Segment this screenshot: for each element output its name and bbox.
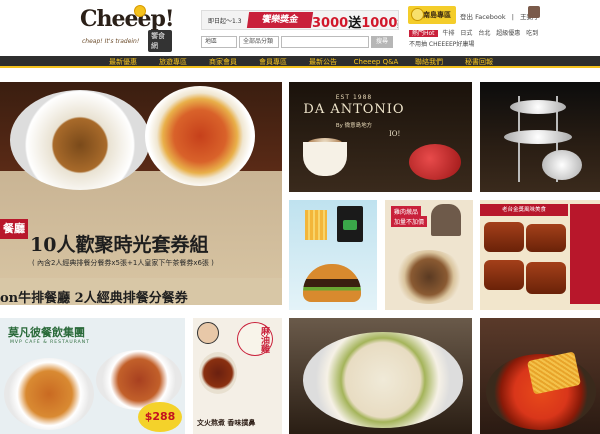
soup-dish-image [393, 250, 465, 304]
hot-keyword[interactable]: 日式 [460, 30, 472, 37]
drink-cup-image [337, 206, 363, 242]
steak-plate-image [10, 90, 150, 190]
dessert-glass-image [542, 150, 582, 180]
category-tag: 餐廳 [0, 219, 28, 239]
deal-caption: 文火熬煮 香味撲鼻 [197, 419, 256, 427]
meal-plate-image [96, 350, 182, 410]
nav-item-travel[interactable]: 旅遊專區 [148, 56, 198, 68]
logo-cn-badge: 饗食網 [148, 30, 172, 52]
logo-tagline: cheap! It's tradein! [82, 38, 140, 45]
chef-photo [431, 204, 461, 236]
deal-label: 加量不加價 [391, 216, 428, 227]
deal-tile-sesame-chicken[interactable]: 麻油雞 文火熬煮 香味撲鼻 [193, 318, 282, 434]
hot-keyword[interactable]: 台北 [478, 30, 490, 37]
deal-header: 老台金獎風味美食 [480, 204, 568, 216]
nav-item-news[interactable]: 最新公告 [298, 56, 348, 68]
main-nav: 最新優惠 旅遊專區 商家會員 會員專區 最新公告 Cheeep Q&A 聯絡我們… [0, 56, 600, 68]
nav-item-latest-deals[interactable]: 最新優惠 [98, 56, 148, 68]
promo-word-d: 獎 [397, 16, 398, 29]
deal-tile-chicken-soup[interactable]: 雞肉燉品 加量不加價 [385, 200, 473, 310]
site-header: Cheeep! 饗食網 cheap! It's tradein! 即日起～1.3… [0, 0, 600, 56]
avatar[interactable] [528, 6, 540, 18]
chick-icon [411, 8, 424, 21]
brand-name: DA ANTONIO [303, 102, 405, 117]
logout-facebook-link[interactable]: 登出 Facebook [460, 13, 506, 21]
search-button[interactable]: 搜尋 [371, 36, 393, 48]
deal-tile-steak-group[interactable]: 餐廳 10人歡聚時光套券組 ( 內含2人經典排餐分餐券x5張+1人皇家下午茶餐券… [0, 82, 282, 305]
deal-title: 10人歡聚時光套券組 [30, 234, 209, 256]
brand-by: By 微意島地方 [335, 123, 373, 129]
nav-item-contact[interactable]: 聯絡我們 [404, 56, 454, 68]
promo-amount-a: 3000 [312, 16, 349, 30]
promo-banner[interactable]: 即日起～1.3 饗樂獎金 3000送1000獎 [201, 10, 399, 30]
hot-label: 熱門Hot [409, 30, 438, 37]
chicken-plate-image [303, 332, 463, 428]
logo-wordmark: Cheeep! [80, 6, 175, 32]
dessert-tier-image [510, 100, 566, 114]
deal-tile-mvp-cafe[interactable]: 莫凡彼餐飲集團 MVP CAFÉ & RESTAURANT $288 [0, 318, 185, 434]
category-select[interactable]: 全部品分類 [239, 36, 279, 48]
promo-amount-c: 1000 [361, 16, 398, 30]
strawberry-dessert-image [409, 144, 461, 180]
nav-item-qa[interactable]: Cheeep Q&A [348, 56, 404, 68]
promo-prefix: 即日起～1.3 [208, 18, 242, 25]
promo-headline: 3000送1000獎 [312, 12, 398, 30]
hot-line-2[interactable]: 不用抽 CHEEEEP好康場 [409, 39, 474, 48]
meat-image [526, 224, 566, 252]
deal-tile-afternoon-tea[interactable] [480, 82, 600, 192]
deal-tile-fast-food[interactable] [289, 200, 377, 310]
deal-tile-braised-meat[interactable]: 老台金獎風味美食 [480, 200, 600, 310]
hot-keyword[interactable]: 牛排 [442, 30, 454, 37]
meal-plate-image [4, 358, 94, 430]
dessert-tier-image [504, 130, 572, 144]
nav-item-members[interactable]: 會員專區 [248, 56, 298, 68]
deal-tile-hot-pot[interactable] [480, 318, 600, 434]
fries-image [305, 210, 327, 240]
account-divider: | [511, 13, 514, 21]
deal-tile-steamed-chicken[interactable] [289, 318, 472, 434]
coffee-cup-image [303, 142, 347, 176]
area-button[interactable]: 南島專區 [408, 6, 456, 24]
search-input[interactable] [281, 36, 369, 48]
hot-keyword[interactable]: 吃到 [526, 30, 538, 37]
chick-icon [134, 5, 146, 17]
dish-seal: 麻油雞 [237, 322, 273, 356]
region-select[interactable]: 地區 [201, 36, 237, 48]
side-banner [570, 204, 600, 304]
hot-keyword[interactable]: 超級優惠 [496, 30, 520, 37]
burger-image [303, 264, 361, 302]
chef-avatar [197, 322, 219, 344]
area-button-label: 南島專區 [423, 11, 451, 19]
meat-image [526, 262, 566, 294]
deal-subtitle: ( 內含2人經典排餐分餐券x5張+1人皇家下午茶餐券x6張 ) [32, 259, 214, 267]
brand-est: EST 1988 [335, 94, 373, 101]
site-logo[interactable]: Cheeep! 饗食網 cheap! It's tradein! [80, 5, 175, 52]
brand-name: 莫凡彼餐飲集團 [8, 326, 85, 339]
meat-image [484, 222, 524, 252]
promo-badge: 饗樂獎金 [246, 12, 314, 28]
hot-keywords: 熱門Hot 牛排 日式 台北 超級優惠 吃到 [409, 28, 542, 37]
price-badge: $288 [138, 402, 182, 432]
promo-word-b: 送 [348, 16, 362, 30]
brand-io: IO! [389, 130, 401, 138]
soup-bowl-image [199, 352, 237, 394]
brand-subtitle: MVP CAFÉ & RESTAURANT [10, 340, 90, 345]
pizza-image [145, 86, 255, 186]
meat-image [484, 260, 524, 290]
nav-item-merchants[interactable]: 商家會員 [198, 56, 248, 68]
deal-tile-da-antonio[interactable]: EST 1988 DA ANTONIO By 微意島地方 IO! [289, 82, 472, 192]
nav-item-report[interactable]: 秘書回報 [454, 56, 504, 68]
deal-bottom-title: on牛排餐廳 2人經典排餐分餐券 [0, 291, 188, 305]
